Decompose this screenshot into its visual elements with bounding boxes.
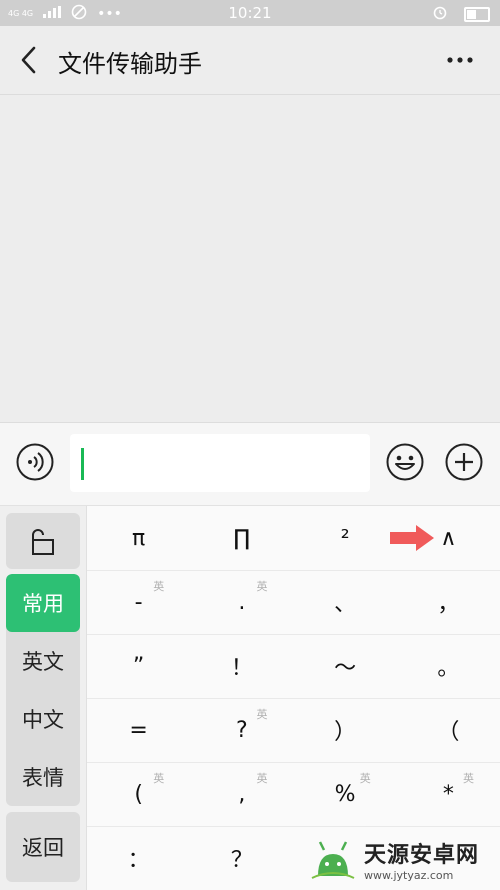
watermark-url: www.jytyaz.com bbox=[364, 868, 454, 882]
symbol-key[interactable]: ² bbox=[294, 506, 397, 570]
symbol-char: 。 bbox=[437, 656, 460, 681]
symbol-key[interactable]: 、 bbox=[294, 570, 397, 634]
keyboard-category-column: 常用 英文 中文 表情 返回 bbox=[0, 506, 87, 890]
symbol-key[interactable]: ！ bbox=[190, 634, 293, 698]
symbol-key[interactable]: ： bbox=[87, 826, 190, 890]
symbol-char: ， bbox=[437, 592, 460, 617]
symbol-key[interactable]: ？ bbox=[190, 826, 293, 890]
symbol-char: ( bbox=[134, 781, 143, 807]
category-list: 常用 英文 中文 表情 bbox=[6, 574, 80, 806]
watermark-text: 天源安卓网 www.jytyaz.com bbox=[364, 837, 479, 882]
symbol-char: ～ bbox=[334, 656, 357, 681]
chat-area[interactable] bbox=[0, 95, 500, 422]
status-time: 10:21 bbox=[228, 4, 272, 22]
symbol-row: ” ！ ～ 。 bbox=[87, 634, 500, 699]
text-caret bbox=[81, 448, 84, 480]
symbol-char: ? bbox=[236, 717, 248, 743]
keyboard-back-button[interactable]: 返回 bbox=[6, 812, 80, 882]
page-title: 文件传输助手 bbox=[58, 50, 202, 78]
smiley-icon bbox=[386, 443, 424, 481]
symbol-key[interactable]: ， bbox=[397, 570, 500, 634]
symbol-key[interactable]: (英 bbox=[87, 762, 190, 826]
symbol-char: ∧ bbox=[440, 525, 457, 551]
symbol-key[interactable]: ? 英 bbox=[190, 698, 293, 762]
alarm-icon bbox=[432, 4, 448, 24]
unlock-icon bbox=[32, 529, 54, 555]
symbol-key[interactable]: * 英 bbox=[397, 762, 500, 826]
symbol-char: 、 bbox=[334, 592, 357, 617]
status-right bbox=[432, 4, 490, 24]
symbol-key[interactable]: π bbox=[87, 506, 190, 570]
category-english[interactable]: 英文 bbox=[6, 632, 80, 690]
symbol-badge: 英 bbox=[463, 772, 474, 785]
symbol-char: ！ bbox=[230, 656, 253, 681]
symbol-char: ： bbox=[127, 848, 150, 873]
symbol-badge: 英 bbox=[153, 772, 165, 785]
symbol-char: , bbox=[238, 781, 246, 807]
symbol-char: % bbox=[334, 781, 356, 807]
symbol-badge: 英 bbox=[256, 772, 268, 785]
symbol-key[interactable]: % 英 bbox=[294, 762, 397, 826]
more-functions-button[interactable] bbox=[445, 443, 483, 481]
symbol-badge: 英 bbox=[359, 772, 371, 785]
plus-icon bbox=[445, 443, 483, 481]
input-bar bbox=[0, 422, 500, 505]
symbol-row: = ? 英 ） （ bbox=[87, 698, 500, 763]
symbol-row: -英 .英 、 ， bbox=[87, 570, 500, 635]
lock-key[interactable] bbox=[6, 513, 80, 569]
voice-button[interactable] bbox=[16, 443, 54, 481]
symbol-key[interactable]: = bbox=[87, 698, 190, 762]
symbol-char: . bbox=[238, 589, 246, 615]
symbol-char: = bbox=[129, 717, 148, 743]
symbol-badge: 英 bbox=[153, 580, 165, 593]
chevron-left-icon bbox=[21, 46, 36, 74]
symbol-key[interactable]: .英 bbox=[190, 570, 293, 634]
symbol-key[interactable]: ,英 bbox=[190, 762, 293, 826]
symbol-row: (英 ,英 % 英 * 英 bbox=[87, 762, 500, 827]
symbol-char: ） bbox=[334, 720, 357, 745]
voice-icon bbox=[16, 443, 54, 481]
symbol-key[interactable]: ∏ bbox=[190, 506, 293, 570]
symbol-key[interactable]: ） bbox=[294, 698, 397, 762]
symbol-char: π bbox=[132, 525, 146, 551]
more-button[interactable] bbox=[442, 46, 478, 74]
symbol-row: π ∏ ² ∧ bbox=[87, 506, 500, 571]
symbol-char: （ bbox=[437, 720, 460, 745]
symbol-char: ² bbox=[340, 525, 350, 551]
symbol-key[interactable]: 。 bbox=[397, 634, 500, 698]
battery-icon bbox=[464, 6, 490, 22]
android-logo-icon bbox=[311, 841, 355, 879]
symbol-key[interactable]: （ bbox=[397, 698, 500, 762]
red-arrow-icon bbox=[390, 524, 434, 552]
watermark-title: 天源安卓网 bbox=[364, 842, 480, 868]
symbol-key[interactable]: ～ bbox=[294, 634, 397, 698]
symbol-badge: 英 bbox=[256, 580, 268, 593]
emoji-button[interactable] bbox=[386, 443, 424, 481]
status-bar: 4G 4G ••• 10:21 bbox=[0, 0, 500, 26]
symbol-key[interactable]: ” bbox=[87, 634, 190, 698]
category-common[interactable]: 常用 bbox=[6, 574, 80, 632]
category-emoticons[interactable]: 表情 bbox=[6, 748, 80, 806]
more-dots-icon bbox=[447, 57, 473, 63]
symbol-badge: 英 bbox=[256, 708, 268, 721]
symbol-key[interactable]: -英 bbox=[87, 570, 190, 634]
title-bar: 文件传输助手 bbox=[0, 26, 500, 95]
symbol-char: ∏ bbox=[233, 525, 251, 551]
back-button[interactable] bbox=[14, 40, 48, 80]
symbol-char: - bbox=[134, 589, 143, 615]
message-input[interactable] bbox=[70, 434, 370, 492]
symbol-char: ？ bbox=[230, 848, 253, 873]
symbol-char: * bbox=[442, 781, 454, 807]
category-chinese[interactable]: 中文 bbox=[6, 690, 80, 748]
symbol-char: ” bbox=[132, 653, 145, 679]
watermark: 天源安卓网 www.jytyaz.com bbox=[308, 833, 496, 885]
